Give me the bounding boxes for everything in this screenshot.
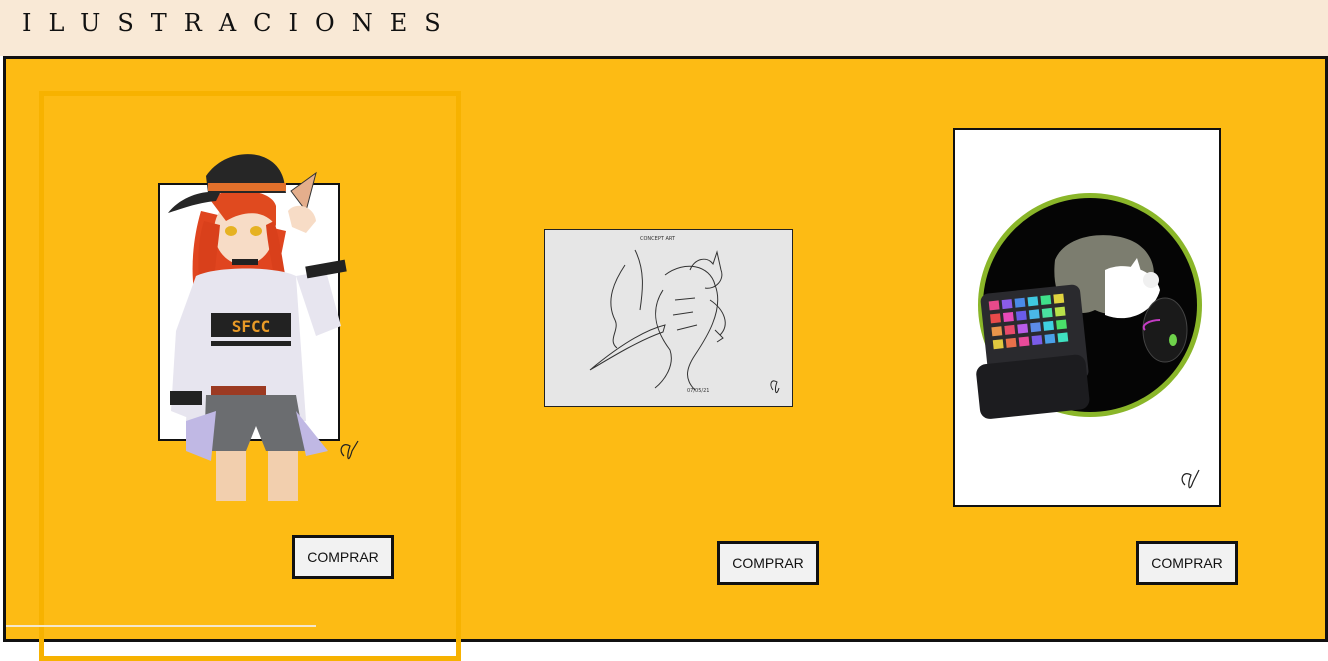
illustration-anime-girl[interactable]: SFCC [156,151,376,501]
site-header: ILUSTRACIONES [0,0,1328,56]
illustration-wolf-sketch[interactable]: CONCEPT ART 07/05/21 [544,229,793,407]
sweater-badge-text: SFCC [232,317,271,336]
anime-girl-artwork: SFCC [158,154,359,501]
buy-button-2[interactable]: COMPRAR [717,541,819,585]
buy-button-1[interactable]: COMPRAR [292,535,394,579]
page-title: ILUSTRACIONES [22,9,458,37]
svg-text:07/05/21: 07/05/21 [687,388,709,394]
buy-button-3[interactable]: COMPRAR [1136,541,1238,585]
wolf-sketch-artwork: CONCEPT ART 07/05/21 [589,236,780,394]
sketch-caption: CONCEPT ART [640,236,676,242]
illustration-cat-keyboard[interactable] [953,128,1221,507]
cat-keyboard-artwork [976,193,1202,489]
illustrations-gallery: SFCC COMPRAR CONCEPT ART 07/05/21 COMPRA… [3,56,1328,661]
